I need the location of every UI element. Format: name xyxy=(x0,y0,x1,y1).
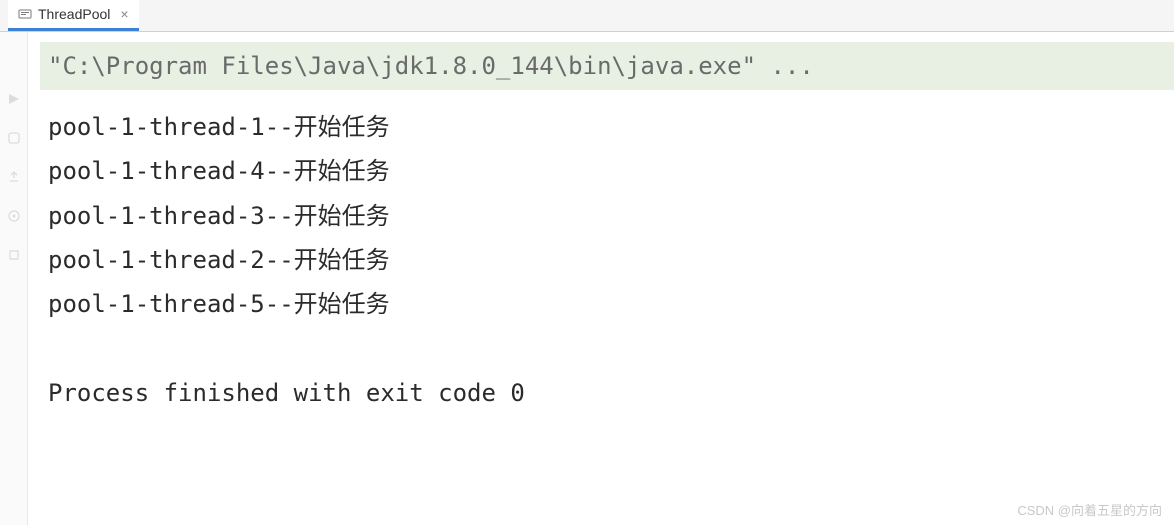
output-line: pool-1-thread-3--开始任务 xyxy=(48,194,1174,238)
console-output[interactable]: "C:\Program Files\Java\jdk1.8.0_144\bin\… xyxy=(28,32,1174,525)
process-finished-line: Process finished with exit code 0 xyxy=(48,371,1174,415)
output-line: pool-1-thread-2--开始任务 xyxy=(48,238,1174,282)
tab-threadpool[interactable]: ThreadPool × xyxy=(8,0,139,31)
output-line: pool-1-thread-5--开始任务 xyxy=(48,282,1174,326)
output-line: pool-1-thread-4--开始任务 xyxy=(48,149,1174,193)
gutter-icon-2[interactable] xyxy=(7,131,21,150)
command-line: "C:\Program Files\Java\jdk1.8.0_144\bin\… xyxy=(40,42,1174,90)
gutter-icon-1[interactable] xyxy=(7,92,21,111)
gutter-icon-4[interactable] xyxy=(7,209,21,228)
gutter xyxy=(0,32,28,525)
watermark: CSDN @向着五星的方向 xyxy=(1017,500,1162,519)
main-area: "C:\Program Files\Java\jdk1.8.0_144\bin\… xyxy=(0,32,1174,525)
output-line: pool-1-thread-1--开始任务 xyxy=(48,105,1174,149)
blank-line xyxy=(48,327,1174,371)
gutter-icon-3[interactable] xyxy=(7,170,21,189)
gutter-icon-5[interactable] xyxy=(7,248,21,267)
run-config-icon xyxy=(18,7,32,21)
tab-bar: ThreadPool × xyxy=(0,0,1174,32)
close-icon[interactable]: × xyxy=(120,6,128,22)
tab-label: ThreadPool xyxy=(38,6,110,22)
